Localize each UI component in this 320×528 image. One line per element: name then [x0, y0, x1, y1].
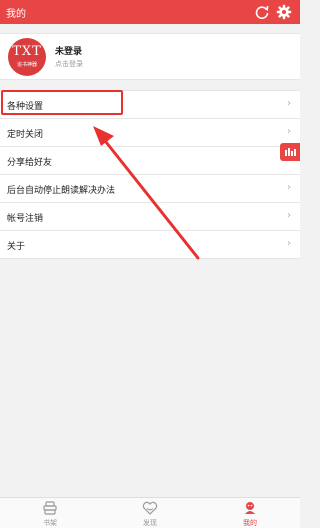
- settings-menu: 各种设置 › 定时关闭 › 分享给好友 › 后台自动停止朗读解决办法 › 帐号注…: [0, 90, 300, 259]
- annotation-highlight-box: [1, 90, 123, 115]
- tab-bookshelf[interactable]: 书架: [0, 498, 100, 528]
- bookshelf-icon: [43, 501, 57, 515]
- login-hint: 点击登录: [55, 60, 83, 68]
- tab-discover[interactable]: 发现: [100, 498, 200, 528]
- menu-item-label: 帐号注销: [7, 214, 44, 224]
- logo-subtext: 追书神器: [16, 62, 37, 68]
- profile-icon: [245, 502, 255, 514]
- chevron-right-icon: ›: [287, 238, 291, 249]
- app-logo: TXT 追书神器: [8, 38, 46, 76]
- menu-item-label: 后台自动停止朗读解决办法: [7, 186, 116, 196]
- chevron-right-icon: ›: [287, 182, 291, 193]
- settings-gear-icon[interactable]: [276, 4, 292, 20]
- tab-mine[interactable]: 我的: [200, 498, 300, 528]
- tab-label: 我的: [243, 519, 257, 527]
- user-name: 未登录: [55, 47, 83, 57]
- logo-text: TXT: [12, 44, 42, 59]
- page-title: 我的: [6, 9, 26, 20]
- menu-item-timer[interactable]: 定时关闭 ›: [0, 119, 300, 147]
- refresh-icon[interactable]: [254, 4, 270, 20]
- floating-side-button[interactable]: [280, 143, 300, 161]
- chevron-right-icon: ›: [287, 210, 291, 221]
- menu-item-label: 关于: [7, 242, 26, 252]
- menu-item-share[interactable]: 分享给好友 ›: [0, 147, 300, 175]
- tab-label: 发现: [143, 519, 157, 527]
- chevron-right-icon: ›: [287, 126, 291, 137]
- login-card[interactable]: TXT 追书神器 未登录 点击登录: [0, 33, 300, 80]
- bottom-tab-bar: 书架 发现 我的: [0, 497, 300, 528]
- menu-item-delete-account[interactable]: 帐号注销 ›: [0, 203, 300, 231]
- tab-label: 书架: [43, 519, 57, 527]
- discover-icon: [142, 501, 158, 515]
- top-bar: 我的: [0, 0, 300, 24]
- menu-item-label: 分享给好友: [7, 158, 53, 168]
- menu-item-label: 定时关闭: [7, 130, 44, 140]
- menu-item-about[interactable]: 关于 ›: [0, 231, 300, 259]
- audio-bars-icon: [285, 148, 296, 156]
- chevron-right-icon: ›: [287, 98, 291, 109]
- menu-item-background-reading[interactable]: 后台自动停止朗读解决办法 ›: [0, 175, 300, 203]
